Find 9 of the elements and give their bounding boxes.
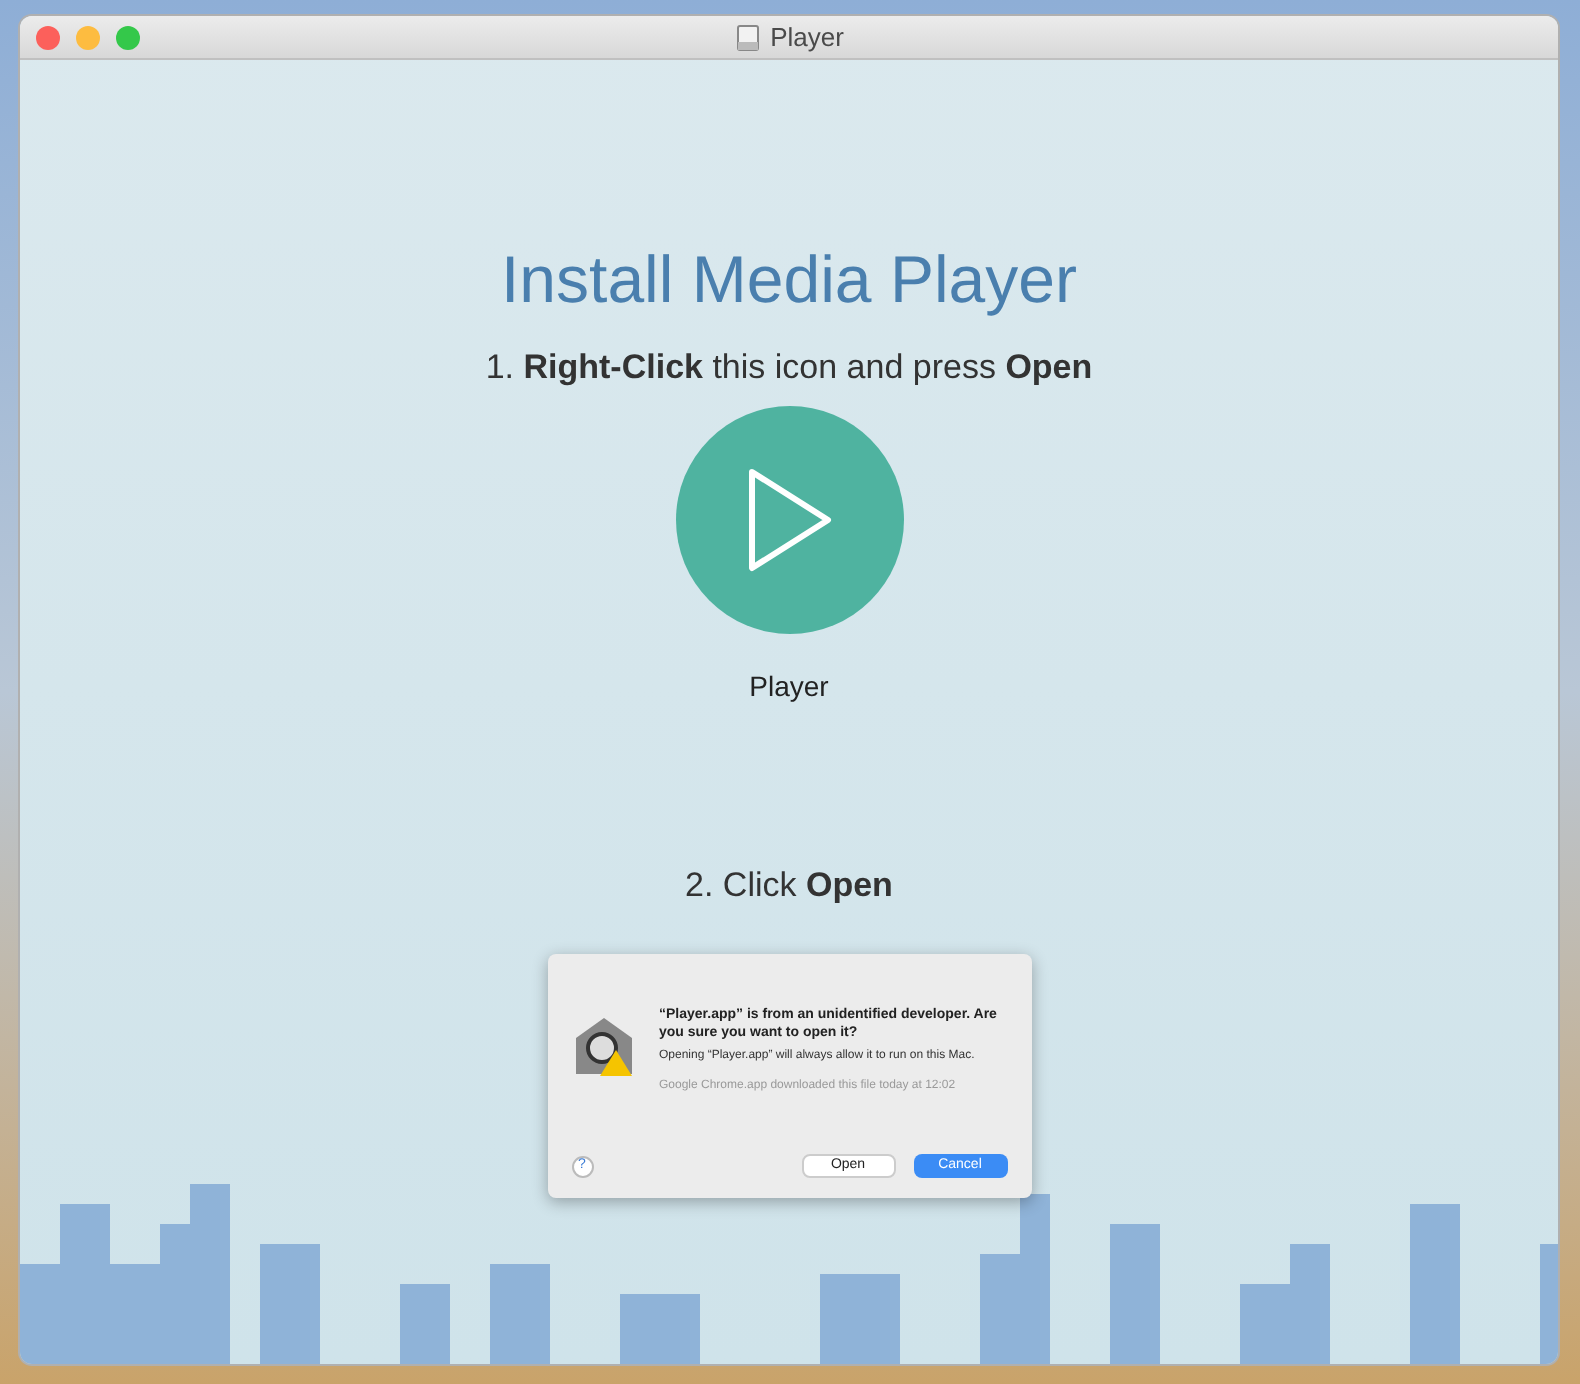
- minimize-button[interactable]: [76, 25, 100, 49]
- step-instruction: 1. Right-Click this icon and press Open: [485, 346, 1093, 390]
- lock-warning-icon: [571, 1014, 635, 1078]
- window-title: Player: [770, 19, 844, 56]
- zoom-button[interactable]: [116, 25, 140, 49]
- app-label: Player: [749, 667, 829, 706]
- close-button[interactable]: [36, 25, 60, 49]
- step-instruction: 2. Click Open: [685, 863, 893, 907]
- page-heading: Install Media Player: [501, 240, 1077, 320]
